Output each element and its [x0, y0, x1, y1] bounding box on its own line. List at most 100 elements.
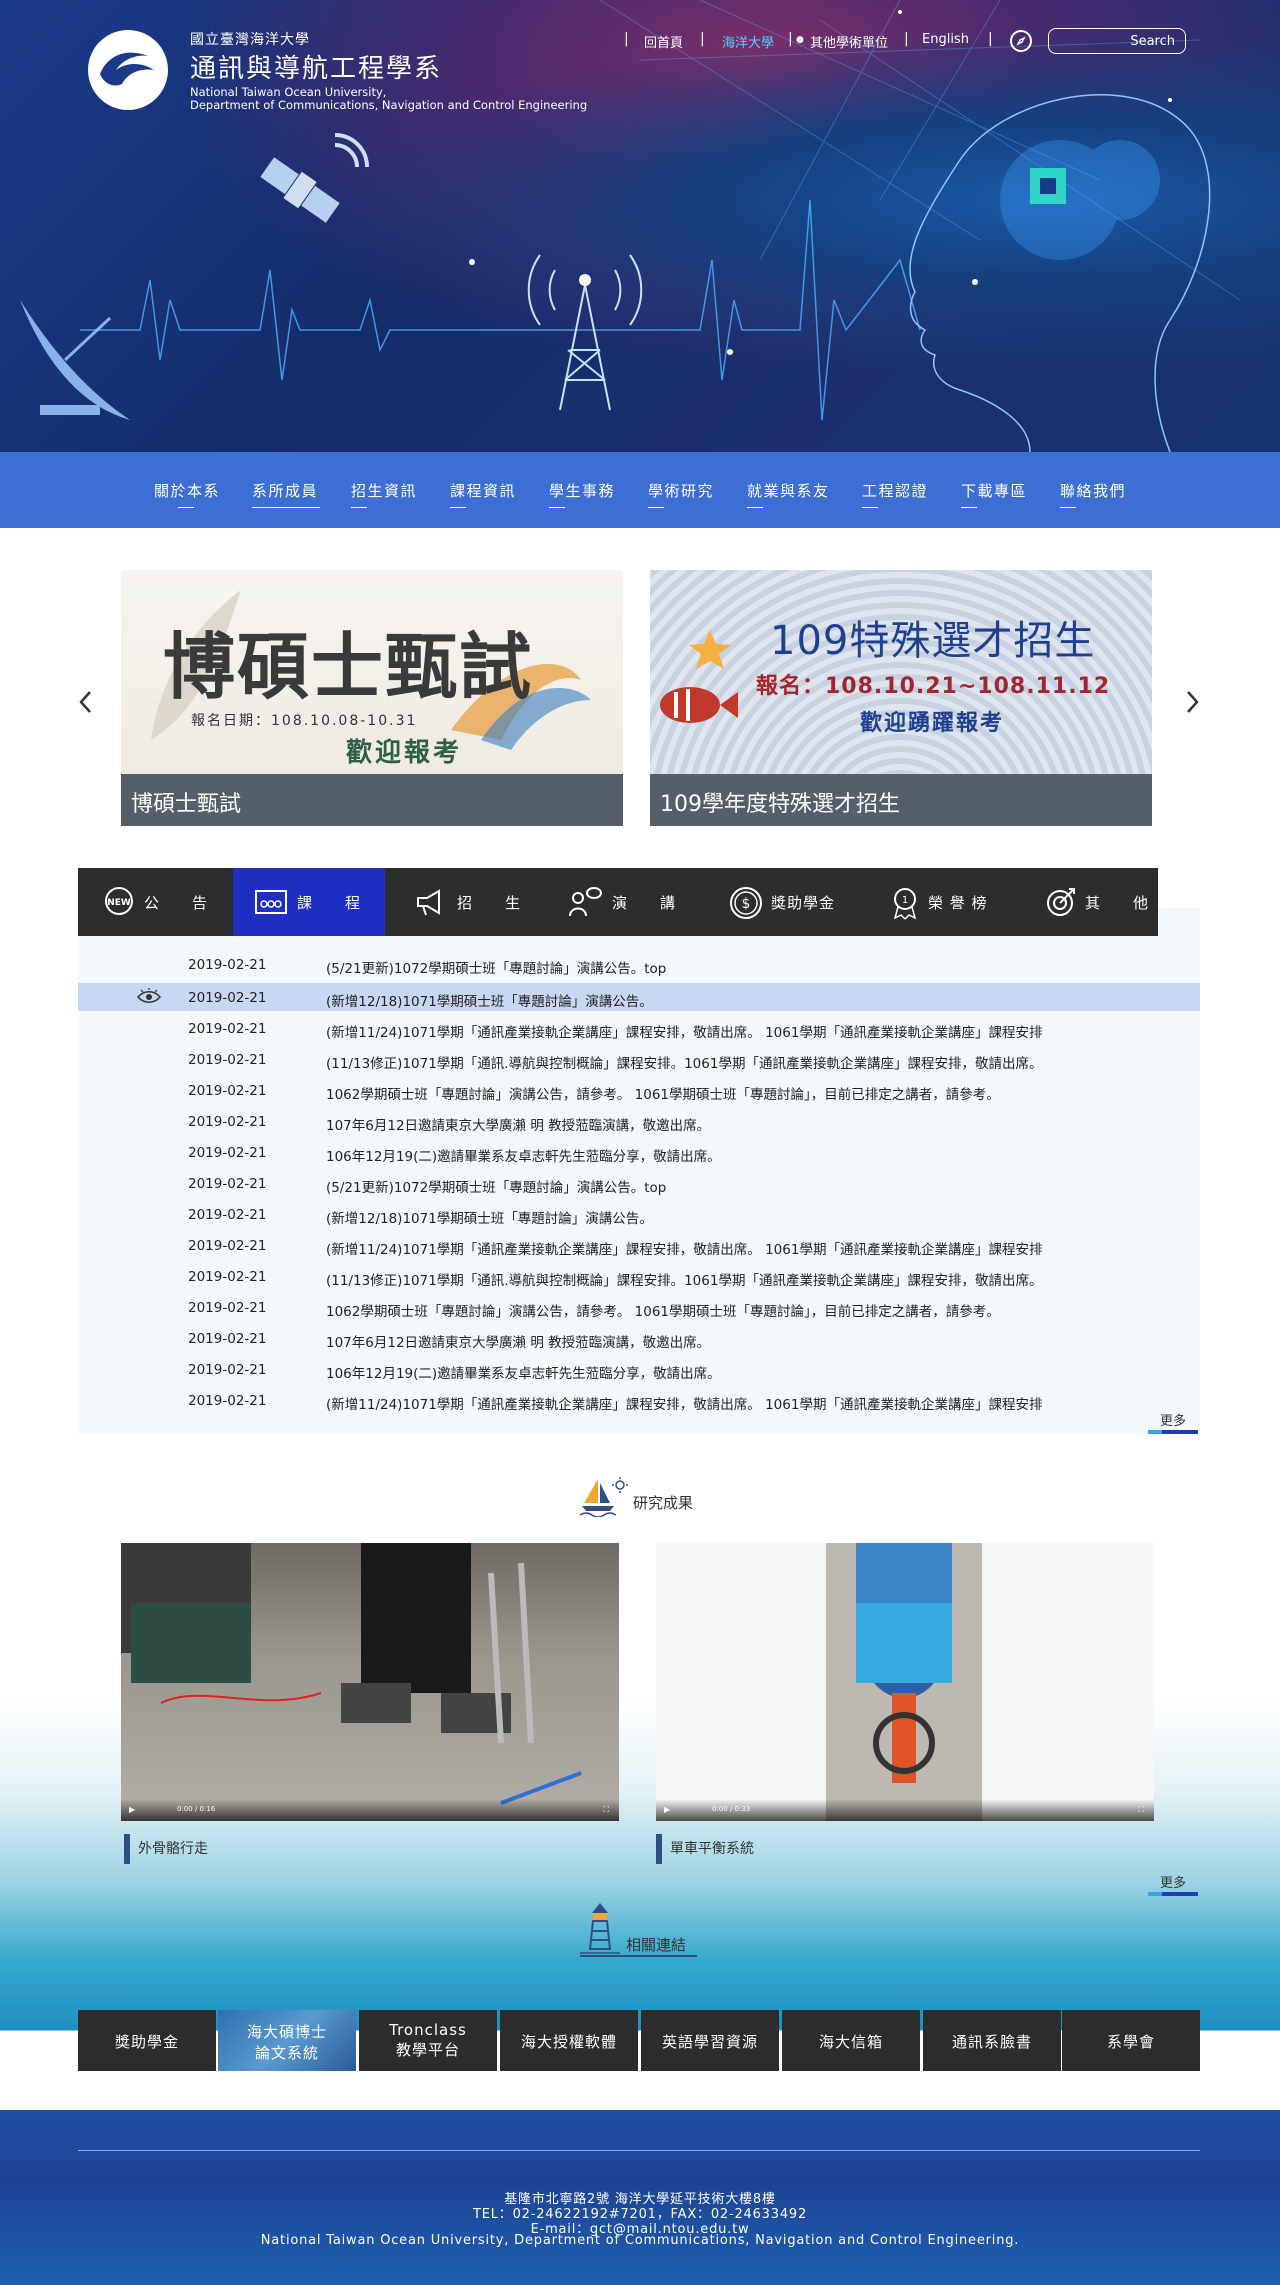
news-title[interactable]: 106年12月19(二)邀請畢業系友卓志軒先生蒞臨分享，敬請出席。 [326, 1362, 721, 1382]
news-title[interactable]: (新增11/24)1071學期「通訊產業接軌企業講座」課程安排，敬請出席。 10… [326, 1393, 1042, 1413]
play-icon[interactable]: ▶ [129, 1805, 135, 1814]
slide-caption[interactable]: 博碩士甄試 [121, 774, 623, 826]
nav-research[interactable]: 學術研究 [648, 480, 714, 501]
video-controls[interactable]: ▶ 0:00 / 0:16 ⛶ [121, 1799, 619, 1821]
nav-underline [450, 507, 466, 508]
slide-image-welcome: 歡迎報考 [346, 738, 463, 768]
news-row[interactable]: 2019-02-21 (新增12/18)1071學期碩士班「專題討論」演講公告。 [78, 983, 1200, 1011]
news-title[interactable]: 1062學期碩士班「專題討論」演講公告，請參考。 1061學期碩士班「專題討論」… [326, 1300, 1000, 1320]
research-more-link[interactable]: 更多 [1160, 1872, 1186, 1891]
news-row[interactable]: 2019-02-21 (新增12/18)1071學期碩士班「專題討論」演講公告。 [78, 1200, 1200, 1228]
fullscreen-icon[interactable]: ⛶ [1138, 1805, 1144, 1815]
dollar-icon: $ [730, 887, 762, 919]
link-label: 系學會 [1106, 2033, 1155, 2051]
news-date: 2019-02-21 [188, 1269, 267, 1285]
link-scholarships[interactable]: 獎助學金 [78, 2010, 216, 2071]
video-time: 0:00 / 0:16 [177, 1805, 216, 1813]
news-row[interactable]: 2019-02-21 (5/21更新)1072學期碩士班「專題討論」演講公告。to… [78, 1169, 1200, 1197]
chevron-left-icon[interactable] [78, 690, 92, 714]
news-row[interactable]: 2019-02-21 (新增11/24)1071學期「通訊產業接軌企業講座」課程安… [78, 1231, 1200, 1259]
video-caption[interactable]: 單車平衡系統 [656, 1834, 754, 1864]
link-email[interactable]: 海大信箱 [782, 2010, 920, 2071]
news-row[interactable]: 2019-02-21 (5/21更新)1072學期碩士班「專題討論」演講公告。to… [78, 950, 1200, 978]
nav-separator: | [700, 31, 705, 47]
video-controls[interactable]: ▶ 0:00 / 0:33 ⛶ [656, 1799, 1154, 1821]
news-title[interactable]: (新增12/18)1071學期碩士班「專題討論」演講公告。 [326, 990, 653, 1010]
header-banner: 國立臺灣海洋大學 通訊與導航工程學系 National Taiwan Ocean… [0, 0, 1280, 452]
tab-others[interactable]: 其 他 [1005, 868, 1158, 936]
new-badge-icon: NEW [105, 887, 133, 915]
news-row[interactable]: 2019-02-21 (11/13修正)1071學期「通訊.導航與控制概論」課程安… [78, 1262, 1200, 1290]
nav-separator: | [788, 31, 793, 47]
video-caption[interactable]: 外骨骼行走 [124, 1834, 208, 1864]
link-english-resources[interactable]: 英語學習資源 [641, 2010, 779, 2071]
news-row[interactable]: 2019-02-21 1062學期碩士班「專題討論」演講公告，請參考。 1061學… [78, 1076, 1200, 1104]
news-title[interactable]: (5/21更新)1072學期碩士班「專題討論」演講公告。top [326, 1176, 666, 1196]
link-facebook[interactable]: 通訊系臉書 [923, 2010, 1061, 2071]
related-links: 獎助學金 海大碩博士 論文系統 Tronclass 教學平台 海大授權軟體 英語學習… [78, 2010, 1200, 2071]
news-title[interactable]: 106年12月19(二)邀請畢業系友卓志軒先生蒞臨分享，敬請出席。 [326, 1145, 721, 1165]
news-row[interactable]: 2019-02-21 (新增11/24)1071學期「通訊產業接軌企業講座」課程安… [78, 1014, 1200, 1042]
news-row[interactable]: 2019-02-21 1062學期碩士班「專題討論」演講公告，請參考。 1061學… [78, 1293, 1200, 1321]
compass-icon[interactable] [1010, 30, 1032, 52]
nav-courses[interactable]: 課程資訊 [450, 480, 516, 501]
tab-lectures[interactable]: 演 講 [540, 868, 695, 936]
news-row[interactable]: 2019-02-21 (新增11/24)1071學期「通訊產業接軌企業講座」課程安… [78, 1386, 1200, 1414]
slide-card[interactable]: 109特殊選才招生 報名：108.10.21~108.11.12 歡迎踴躍報考 … [650, 570, 1152, 826]
university-logo[interactable] [88, 30, 168, 110]
news-date: 2019-02-21 [188, 1176, 267, 1192]
video-time: 0:00 / 0:33 [712, 1805, 751, 1813]
nav-contact[interactable]: 聯絡我們 [1060, 480, 1126, 501]
fullscreen-icon[interactable]: ⛶ [603, 1805, 609, 1815]
tab-honors[interactable]: 1 榮 譽 榜 [850, 868, 1005, 936]
topnav-english[interactable]: English [922, 32, 969, 47]
play-icon[interactable]: ▶ [664, 1805, 670, 1814]
topnav-home[interactable]: 回首頁 [644, 32, 683, 51]
research-heading: 研究成果 [633, 1494, 694, 1512]
link-student-association[interactable]: 系學會 [1062, 2010, 1200, 2071]
main-navigation: 關於本系 系所成員 招生資訊 課程資訊 學生事務 學術研究 就業與系友 工程認證… [0, 452, 1280, 528]
link-label: 海大碩博士 [246, 2023, 327, 2041]
nav-admission[interactable]: 招生資訊 [351, 480, 417, 501]
tab-courses[interactable]: 課 程 [233, 868, 385, 936]
nav-accreditation[interactable]: 工程認證 [862, 480, 928, 501]
video-player[interactable]: ▶ 0:00 / 0:16 ⛶ [121, 1543, 619, 1821]
search-input[interactable]: Search [1048, 28, 1186, 54]
news-title[interactable]: 107年6月12日邀請東京大學廣瀨 明 教授蒞臨演講，敬邀出席。 [326, 1114, 710, 1134]
link-thesis-system[interactable]: 海大碩博士 論文系統 [218, 2010, 356, 2071]
news-title[interactable]: (5/21更新)1072學期碩士班「專題討論」演講公告。top [326, 957, 666, 977]
news-title[interactable]: (11/13修正)1071學期「通訊.導航與控制概論」課程安排。1061學期「通… [326, 1052, 1042, 1072]
tab-admissions[interactable]: 招 生 [385, 868, 540, 936]
news-row[interactable]: 2019-02-21 106年12月19(二)邀請畢業系友卓志軒先生蒞臨分享，敬請… [78, 1355, 1200, 1383]
chevron-right-icon[interactable] [1186, 690, 1200, 714]
tab-scholarships[interactable]: $ 獎助學金 [695, 868, 850, 936]
target-icon [1047, 888, 1075, 916]
news-title[interactable]: 1062學期碩士班「專題討論」演講公告，請參考。 1061學期碩士班「專題討論」… [326, 1083, 1000, 1103]
video-player[interactable]: ▶ 0:00 / 0:33 ⛶ [656, 1543, 1154, 1821]
nav-student-affairs[interactable]: 學生事務 [549, 480, 615, 501]
nav-underline [862, 507, 878, 508]
news-more-link[interactable]: 更多 [1160, 1410, 1186, 1429]
link-tronclass[interactable]: Tronclass 教學平台 [359, 2010, 497, 2071]
topnav-other-units[interactable]: 其他學術單位 [810, 32, 888, 51]
news-title[interactable]: (新增11/24)1071學期「通訊產業接軌企業講座」課程安排，敬請出席。 10… [326, 1238, 1042, 1258]
slide-card[interactable]: 博碩士甄試 報名日期：108.10.08-10.31 歡迎報考 博碩士甄試 [121, 570, 623, 826]
nav-underline [351, 507, 367, 508]
news-row[interactable]: 2019-02-21 (11/13修正)1071學期「通訊.導航與控制概論」課程安… [78, 1045, 1200, 1073]
news-title[interactable]: (新增12/18)1071學期碩士班「專題討論」演講公告。 [326, 1207, 653, 1227]
news-row[interactable]: 2019-02-21 106年12月19(二)邀請畢業系友卓志軒先生蒞臨分享，敬請… [78, 1138, 1200, 1166]
news-row[interactable]: 2019-02-21 107年6月12日邀請東京大學廣瀨 明 教授蒞臨演講，敬邀出… [78, 1324, 1200, 1352]
topnav-ntou[interactable]: 海洋大學 [722, 32, 774, 51]
nav-career-alumni[interactable]: 就業與系友 [747, 480, 830, 501]
link-licensed-software[interactable]: 海大授權軟體 [500, 2010, 638, 2071]
slide-caption[interactable]: 109學年度特殊選才招生 [650, 774, 1152, 826]
nav-separator: | [624, 31, 629, 47]
tab-announcements[interactable]: NEW 公 告 [78, 868, 233, 936]
nav-about[interactable]: 關於本系 [154, 480, 220, 501]
news-row[interactable]: 2019-02-21 107年6月12日邀請東京大學廣瀨 明 教授蒞臨演講，敬邀出… [78, 1107, 1200, 1135]
news-title[interactable]: (新增11/24)1071學期「通訊產業接軌企業講座」課程安排，敬請出席。 10… [326, 1021, 1042, 1041]
news-title[interactable]: 107年6月12日邀請東京大學廣瀨 明 教授蒞臨演講，敬邀出席。 [326, 1331, 710, 1351]
nav-members[interactable]: 系所成員 [252, 480, 318, 501]
news-title[interactable]: (11/13修正)1071學期「通訊.導航與控制概論」課程安排。1061學期「通… [326, 1269, 1042, 1289]
nav-downloads[interactable]: 下載專區 [961, 480, 1027, 501]
